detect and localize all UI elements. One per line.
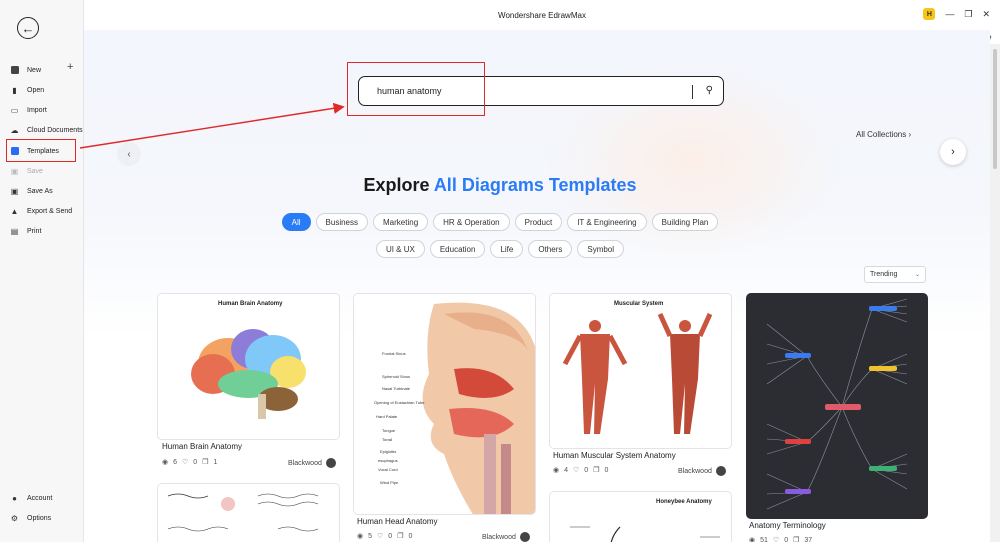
scrollbar[interactable] [990, 44, 1000, 542]
sidebar-item-open[interactable]: ▮ Open [10, 82, 44, 98]
heart-icon[interactable]: ♡ [377, 532, 383, 540]
category-chip-marketing[interactable]: Marketing [373, 213, 429, 231]
category-chip-education[interactable]: Education [429, 240, 486, 258]
category-chip-business[interactable]: Business [315, 213, 369, 231]
brain-illustration [191, 329, 306, 419]
templates-highlight-box [6, 139, 76, 162]
card-title[interactable]: Human Muscular System Anatomy [553, 451, 676, 460]
card-author[interactable]: Blackwood [482, 532, 530, 542]
category-chips-row-1: All Business Marketing HR & Operation Pr… [0, 213, 1000, 231]
search-icon[interactable]: ⚲ [706, 85, 713, 96]
eye-icon: ◉ [162, 459, 169, 466]
category-chip-all[interactable]: All [281, 213, 311, 231]
arrow-left-icon: ← [21, 20, 35, 36]
folder-icon: ▮ [12, 85, 17, 95]
card-stats: ◉ 51 ♡ 0 ❐ 37 [749, 536, 813, 542]
page-heading: Explore All Diagrams Templates [363, 175, 637, 195]
category-chip-product[interactable]: Product [514, 213, 563, 231]
eye-icon: ◉ [357, 533, 364, 540]
mindmap-illustration [766, 298, 908, 510]
author-avatar [325, 458, 336, 468]
search-divider [692, 85, 693, 99]
copy-icon[interactable]: ❐ [593, 466, 599, 474]
gear-icon: ⚙ [10, 513, 19, 523]
app-title: Wondershare EdrawMax [498, 10, 586, 20]
chevron-right-icon: › [951, 146, 955, 158]
card-stats: ◉ 6 ♡ 0 ❐ 1 [162, 458, 218, 467]
template-card-notes[interactable] [157, 483, 340, 542]
sidebar-item-cloud-documents[interactable]: ☁ Cloud Documents [10, 122, 83, 138]
account-icon: ● [12, 493, 17, 503]
author-avatar [519, 532, 530, 542]
category-chip-others[interactable]: Others [528, 240, 573, 258]
carousel-prev-button[interactable]: ‹ [117, 142, 141, 166]
card-title[interactable]: Anatomy Terminology [749, 521, 826, 530]
category-chip-it[interactable]: IT & Engineering [567, 213, 647, 231]
category-chip-symbol[interactable]: Symbol [577, 240, 625, 258]
avatar[interactable]: H [923, 8, 936, 20]
sidebar-item-account[interactable]: ● Account [10, 490, 52, 506]
category-chip-ui[interactable]: UI & UX [375, 240, 425, 258]
honeybee-illustration [570, 526, 720, 542]
restore-icon[interactable]: ❐ [964, 9, 972, 20]
sidebar-item-new[interactable]: New [10, 62, 41, 78]
eye-icon: ◉ [749, 537, 756, 542]
template-card-terminology[interactable] [746, 293, 928, 519]
template-card-head[interactable]: Frontal Sinus Sphenoid Sinus Nasal Turbi… [353, 293, 536, 515]
close-icon[interactable]: ✕ [982, 9, 990, 20]
notes-illustration [167, 493, 319, 532]
copy-icon[interactable]: ❐ [397, 532, 403, 540]
new-icon [10, 66, 19, 75]
plus-icon[interactable]: + [67, 62, 73, 73]
category-chip-life[interactable]: Life [490, 240, 524, 258]
scrollbar-thumb[interactable] [993, 49, 997, 169]
category-chips-row-2: UI & UX Education Life Others Symbol [0, 240, 1000, 258]
title-bar: Wondershare EdrawMax [84, 0, 1000, 30]
copy-icon[interactable]: ❐ [202, 458, 208, 466]
card-title[interactable]: Human Head Anatomy [357, 517, 438, 526]
import-icon: ▭ [10, 105, 19, 115]
heart-icon[interactable]: ♡ [182, 458, 188, 466]
template-card-muscular[interactable]: Muscular System [549, 293, 732, 449]
sidebar-item-import[interactable]: ▭ Import [10, 102, 47, 118]
heart-icon[interactable]: ♡ [573, 466, 579, 474]
heart-icon[interactable]: ♡ [773, 536, 779, 542]
muscular-illustration [562, 312, 713, 434]
minimize-icon[interactable]: — [945, 9, 954, 19]
card-author[interactable]: Blackwood [288, 458, 336, 468]
window-controls: H — ❐ ✕ [923, 8, 990, 20]
card-stats: ◉ 4 ♡ 0 ❐ 0 [553, 466, 609, 475]
chevron-left-icon: ‹ [127, 148, 131, 160]
template-card-honeybee[interactable]: Honeybee Anatomy [549, 491, 732, 542]
back-button[interactable]: ← [17, 17, 39, 39]
author-avatar [715, 466, 726, 476]
eye-icon: ◉ [553, 467, 560, 474]
sidebar-item-options[interactable]: ⚙ Options [10, 510, 51, 526]
category-chip-hr[interactable]: HR & Operation [433, 213, 510, 231]
chevron-down-icon: ⌄ [914, 272, 920, 278]
sort-dropdown[interactable]: Trending ⌄ [864, 266, 926, 283]
card-stats: ◉ 5 ♡ 0 ❐ 0 [357, 532, 413, 541]
card-title[interactable]: Human Brain Anatomy [162, 442, 242, 451]
sidebar: ← New + ▮ Open ▭ Import ☁ Cloud Documents T… [0, 0, 84, 542]
all-collections-link[interactable]: All Collections › [856, 130, 911, 139]
template-card-brain[interactable]: Human Brain Anatomy [157, 293, 340, 440]
carousel-next-button[interactable]: › [940, 139, 966, 165]
chevron-right-icon: › [908, 130, 912, 139]
cloud-icon: ☁ [10, 125, 19, 135]
card-author[interactable]: Blackwood [678, 466, 726, 476]
category-chip-building[interactable]: Building Plan [651, 213, 719, 231]
search-highlight-box [347, 62, 485, 116]
copy-icon[interactable]: ❐ [793, 536, 799, 542]
